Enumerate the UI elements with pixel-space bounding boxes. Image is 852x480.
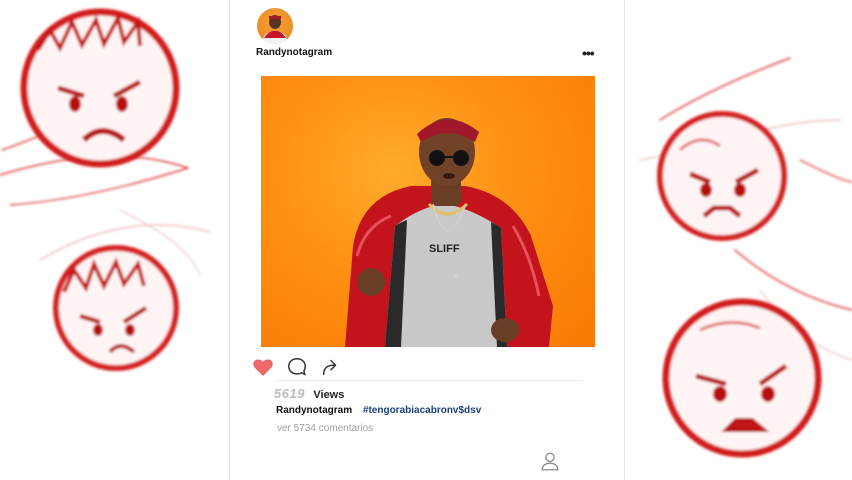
views-label: Views: [313, 389, 345, 401]
man-in-red-jacket-illustration: SLIFF: [345, 118, 553, 347]
avatar-person-icon: [263, 15, 287, 44]
caption-username[interactable]: Randynotagram: [276, 405, 352, 416]
more-dots-icon[interactable]: •••: [582, 46, 602, 60]
angry-face-doodle: [657, 111, 787, 241]
view-comments-link[interactable]: ver 5734 comentarios: [277, 423, 373, 434]
comment-bubble-icon[interactable]: [286, 356, 308, 378]
post-card: Randynotagram ••• SLIFF 5619 Views Randy…: [229, 0, 625, 480]
post-photo[interactable]: SLIFF: [261, 76, 595, 347]
caption: Randynotagram #tengorabiacabronv$dsv: [276, 405, 481, 416]
share-arrow-icon[interactable]: [320, 356, 342, 378]
svg-text:SLIFF: SLIFF: [429, 243, 460, 255]
post-username[interactable]: Randynotagram: [256, 47, 332, 58]
angry-face-doodle: [20, 8, 180, 168]
angry-face-doodle: [662, 298, 822, 458]
views-count: 5619: [274, 386, 305, 401]
profile-person-icon[interactable]: [539, 450, 561, 472]
angry-face-doodle: [53, 245, 179, 371]
avatar[interactable]: [257, 8, 293, 44]
views-row: 5619 Views: [274, 385, 344, 403]
caption-hashtag[interactable]: #tengorabiacabronv$dsv: [363, 405, 481, 416]
divider: [275, 380, 583, 381]
post-actions: [252, 356, 372, 380]
heart-icon[interactable]: [252, 356, 274, 378]
